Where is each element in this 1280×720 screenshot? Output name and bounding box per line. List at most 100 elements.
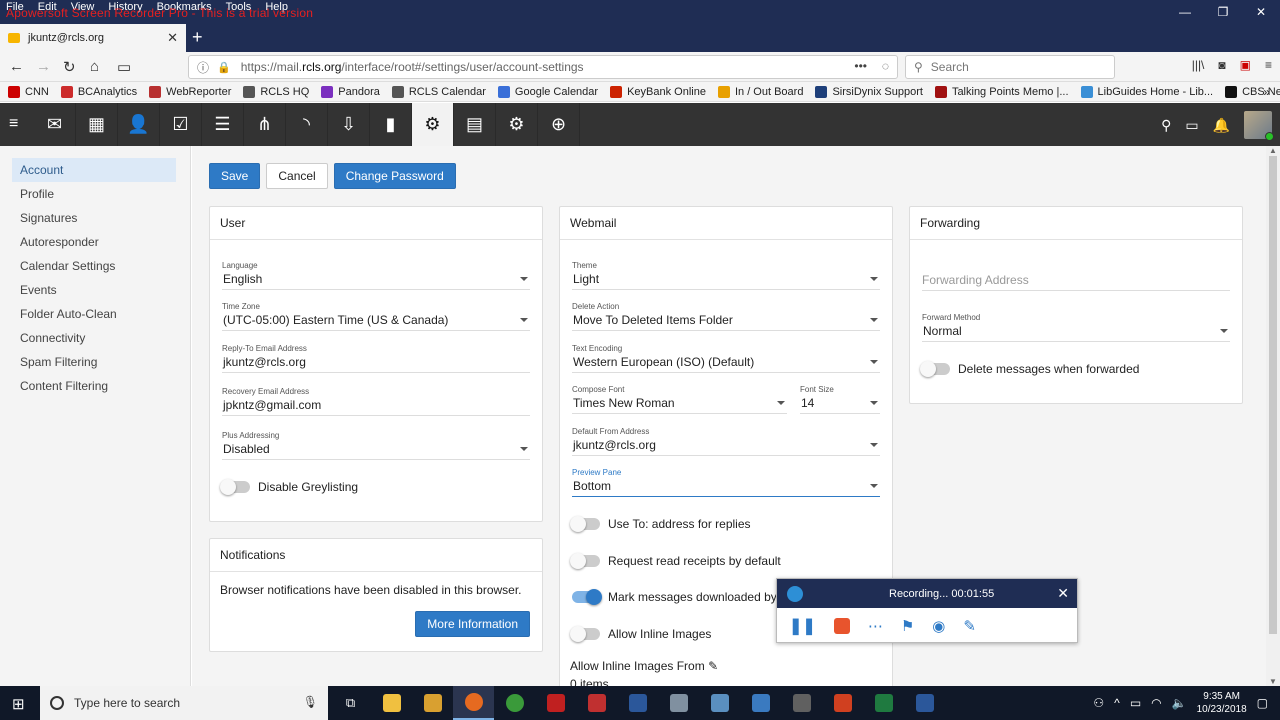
close-window-button[interactable]: ✕ (1242, 0, 1280, 24)
browser-tab[interactable]: jkuntz@rcls.org ✕ (0, 24, 186, 52)
plus-addressing-field[interactable]: Plus Addressing Disabled (222, 431, 530, 460)
rss-icon[interactable]: ◝ (286, 103, 328, 146)
powerpoint-icon[interactable] (822, 686, 863, 720)
settings-icon[interactable]: ⚙ (412, 103, 454, 146)
bookmark-item[interactable]: RCLS Calendar (391, 85, 486, 98)
close-recorder-icon[interactable]: ✕ (1057, 585, 1069, 602)
delete-action-field[interactable]: Delete Action Move To Deleted Items Fold… (572, 302, 880, 331)
app-icon[interactable] (658, 686, 699, 720)
mark-downloaded-read-toggle[interactable]: Mark messages downloaded by P (572, 589, 788, 605)
language-field[interactable]: Language English (222, 261, 530, 290)
save-button[interactable]: Save (209, 163, 261, 189)
sidebar-item-spam-filtering[interactable]: Spam Filtering (12, 350, 176, 374)
read-receipts-toggle[interactable]: Request read receipts by default (570, 553, 781, 569)
sidebar-item-connectivity[interactable]: Connectivity (12, 326, 176, 350)
forward-icon[interactable]: → (36, 58, 51, 75)
info-icon[interactable]: ⓘ (197, 59, 209, 76)
sitemap-icon[interactable]: ⋔ (244, 103, 286, 146)
annotate-icon[interactable]: ⚑ (901, 617, 914, 635)
bell-icon[interactable]: 🔔 (1213, 117, 1230, 134)
outlook-icon[interactable] (740, 686, 781, 720)
region-icon[interactable]: ⋯ (868, 617, 883, 635)
bookmark-item[interactable]: Talking Points Memo |... (934, 85, 1069, 98)
forwarding-address-input[interactable]: Forwarding Address (922, 273, 1230, 291)
delete-when-forwarded-toggle[interactable]: Delete messages when forwarded (920, 361, 1139, 377)
microphone-icon[interactable]: 🎙 (303, 695, 318, 709)
chrome-icon[interactable] (494, 686, 535, 720)
tool-icon[interactable] (576, 686, 617, 720)
sidebar-item-account[interactable]: Account (12, 158, 176, 182)
webcam-icon[interactable]: ◉ (932, 617, 945, 635)
recovery-email-field[interactable]: Recovery Email Address jpkntz@gmail.com (222, 387, 530, 416)
word-icon[interactable] (617, 686, 658, 720)
pocket-icon[interactable]: ◌ (882, 59, 889, 73)
timezone-field[interactable]: Time Zone (UTC-05:00) Eastern Time (US &… (222, 302, 530, 331)
theme-field[interactable]: Theme Light (572, 261, 880, 290)
change-password-button[interactable]: Change Password (333, 163, 456, 189)
library-icon[interactable]: |||\ (1192, 58, 1205, 72)
taskbar-search-input[interactable]: Type here to search 🎙 (40, 686, 328, 720)
tray-chevron-icon[interactable]: ^ (1114, 696, 1120, 710)
reports-icon[interactable]: ▮ (370, 103, 412, 146)
mail-icon[interactable]: ✉ (34, 103, 76, 146)
sidebar-item-autoresponder[interactable]: Autoresponder (12, 230, 176, 254)
bookmark-item[interactable]: CNN (8, 85, 49, 98)
firefox-icon[interactable] (453, 686, 494, 720)
back-icon[interactable]: ← (9, 58, 24, 75)
reload-icon[interactable]: ↻ (63, 58, 76, 76)
domain-reports-icon[interactable]: ▤ (454, 103, 496, 146)
battery-icon[interactable]: ▭ (1130, 696, 1141, 710)
use-to-address-toggle[interactable]: Use To: address for replies (570, 516, 751, 532)
bookmark-item[interactable]: CBS News (1225, 85, 1280, 98)
people-icon[interactable]: ⚇ (1093, 696, 1104, 710)
calendar-icon[interactable]: ▦ (76, 103, 118, 146)
cancel-button[interactable]: Cancel (266, 163, 328, 189)
media-icon[interactable] (412, 686, 453, 720)
download-icon[interactable]: ⇩ (328, 103, 370, 146)
bookmark-item[interactable]: LibGuides Home - Lib... (1080, 85, 1213, 98)
sidebar-item-events[interactable]: Events (12, 278, 176, 302)
tasks-icon[interactable]: ☑ (160, 103, 202, 146)
domain-settings-icon[interactable]: ⚙ (496, 103, 538, 146)
clock[interactable]: 9:35 AM 10/23/2018 (1197, 690, 1247, 716)
preview-pane-field[interactable]: Preview Pane Bottom (572, 468, 880, 497)
bookmark-item[interactable]: Pandora (321, 85, 380, 98)
font-size-field[interactable]: Font Size 14 (800, 385, 880, 414)
bookmark-item[interactable]: Google Calendar (497, 85, 598, 98)
close-tab-icon[interactable]: ✕ (167, 30, 178, 46)
calculator-icon[interactable] (781, 686, 822, 720)
home-icon[interactable]: ⌂ (90, 58, 99, 75)
scroll-down-icon[interactable]: ▼ (1269, 677, 1277, 686)
url-bar[interactable]: ⓘ 🔒 https://mail.rcls.org/interface/root… (188, 55, 898, 79)
scroll-thumb[interactable] (1269, 156, 1277, 634)
bookmark-item[interactable]: WebReporter (149, 85, 231, 98)
disable-greylisting-toggle[interactable]: Disable Greylisting (220, 479, 358, 495)
compose-font-field[interactable]: Compose Font Times New Roman (572, 385, 787, 414)
page-actions-icon[interactable]: ••• (854, 59, 867, 73)
hamburger-menu-icon[interactable]: ≡ (9, 115, 18, 133)
sidebar-item-calendar-settings[interactable]: Calendar Settings (12, 254, 176, 278)
sidebar-item-content-filtering[interactable]: Content Filtering (12, 374, 176, 398)
search-input[interactable]: ⚲ Search (905, 55, 1115, 79)
filezilla-icon[interactable] (535, 686, 576, 720)
excel-icon[interactable] (863, 686, 904, 720)
text-encoding-field[interactable]: Text Encoding Western European (ISO) (De… (572, 344, 880, 373)
extension-icon[interactable]: ◙ (1218, 58, 1225, 72)
picture-icon[interactable] (699, 686, 740, 720)
bookmark-item[interactable]: In / Out Board (717, 85, 803, 98)
bookmarks-overflow-icon[interactable]: » (1263, 85, 1270, 99)
task-view-icon[interactable]: ⧉ (330, 686, 371, 720)
new-tab-button[interactable]: + (192, 27, 203, 48)
pencil-icon[interactable]: ✎ (708, 659, 718, 673)
pdf-icon[interactable]: ▣ (1240, 58, 1251, 72)
sidebar-toggle-icon[interactable]: ▭ (117, 58, 131, 76)
pen-icon[interactable]: ✎ (963, 617, 976, 635)
bookmark-item[interactable]: SirsiDynix Support (815, 85, 923, 98)
word-doc-icon[interactable] (904, 686, 945, 720)
wifi-icon[interactable]: ◠ (1151, 696, 1161, 710)
sidebar-item-signatures[interactable]: Signatures (12, 206, 176, 230)
more-information-button[interactable]: More Information (415, 611, 530, 637)
maximize-button[interactable]: ❐ (1204, 0, 1242, 24)
page-scrollbar[interactable]: ▲ ▼ (1266, 146, 1280, 686)
default-from-field[interactable]: Default From Address jkuntz@rcls.org (572, 427, 880, 456)
